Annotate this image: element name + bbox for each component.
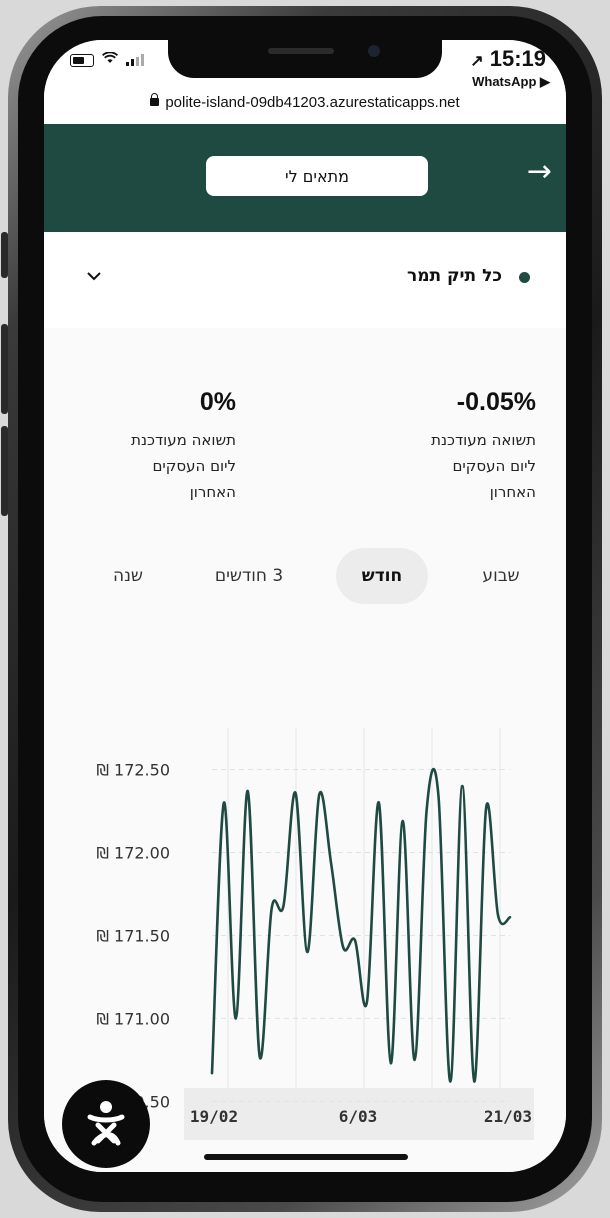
return-block: -0.05% תשואה מעודכנת ליום העסקים האחרון [386, 388, 536, 505]
side-button [1, 426, 8, 516]
portfolio-selector[interactable]: כל תיק תמר [44, 232, 566, 328]
side-button [1, 232, 8, 278]
location-arrow-icon: ↗ [470, 53, 484, 70]
tab-month[interactable]: חודש [336, 548, 428, 604]
tab-3-months[interactable]: 3 חודשים [190, 548, 308, 604]
x-tick-label: 6/03 [339, 1107, 378, 1126]
desc-line: האחרון [189, 483, 236, 501]
screen: ↗ 15:19 WhatsApp ▶ polite-island-09db412… [44, 40, 566, 1172]
side-button [1, 324, 8, 414]
desc-line: האחרון [489, 483, 536, 501]
back-to-app-link[interactable]: WhatsApp ▶ [472, 74, 550, 90]
back-arrow-icon[interactable]: → [527, 154, 552, 189]
return-description: תשואה מעודכנת ליום העסקים האחרון [386, 427, 536, 505]
url-text: polite-island-09db41203.azurestaticapps.… [165, 94, 460, 111]
address-bar[interactable]: polite-island-09db41203.azurestaticapps.… [44, 93, 566, 111]
suits-me-button[interactable]: מתאים לי [206, 156, 428, 196]
desc-line: ליום העסקים [452, 457, 536, 475]
return-description: תשואה מעודכנת ליום העסקים האחרון [86, 427, 236, 505]
main-content: -0.05% תשואה מעודכנת ליום העסקים האחרון … [44, 328, 566, 1172]
portfolio-name: כל תיק תמר [406, 266, 502, 286]
assistant-button[interactable] [62, 1080, 150, 1168]
notch [168, 40, 442, 78]
return-value: 0% [199, 388, 236, 416]
return-value: -0.05% [456, 388, 536, 416]
wifi-icon [101, 51, 119, 68]
y-tick-label: ₪ 172.50 [96, 760, 170, 779]
desc-line: תשואה מעודכנת [431, 431, 536, 449]
x-tick-label: 21/03 [484, 1107, 532, 1126]
desc-line: תשואה מעודכנת [131, 431, 236, 449]
front-camera [368, 45, 380, 57]
tab-year[interactable]: שנה [88, 548, 168, 604]
series-line [210, 768, 512, 1083]
portfolio-dot-icon [519, 272, 530, 283]
status-icons [70, 51, 144, 68]
return-block: 0% תשואה מעודכנת ליום העסקים האחרון [86, 388, 236, 505]
desc-line: ליום העסקים [152, 457, 236, 475]
assistant-logo-icon [87, 1101, 125, 1146]
y-tick-label: ₪ 171.50 [96, 926, 170, 945]
app-header: מתאים לי → [44, 124, 566, 232]
y-tick-label: ₪ 171.00 [96, 1009, 170, 1028]
tab-week[interactable]: שבוע [456, 548, 546, 604]
lock-icon [150, 93, 160, 106]
period-tabs: שבוע חודש 3 חודשים שנה [44, 548, 566, 608]
home-indicator[interactable] [204, 1154, 408, 1160]
y-tick-label: ₪ 172.00 [96, 843, 170, 862]
battery-icon [70, 53, 94, 67]
clock: ↗ 15:19 [470, 46, 546, 72]
time-text: 15:19 [489, 46, 546, 71]
chevron-down-icon[interactable] [86, 262, 102, 287]
x-tick-label: 19/02 [190, 1107, 238, 1126]
signal-icon [126, 54, 144, 66]
speaker-grille [268, 48, 334, 54]
